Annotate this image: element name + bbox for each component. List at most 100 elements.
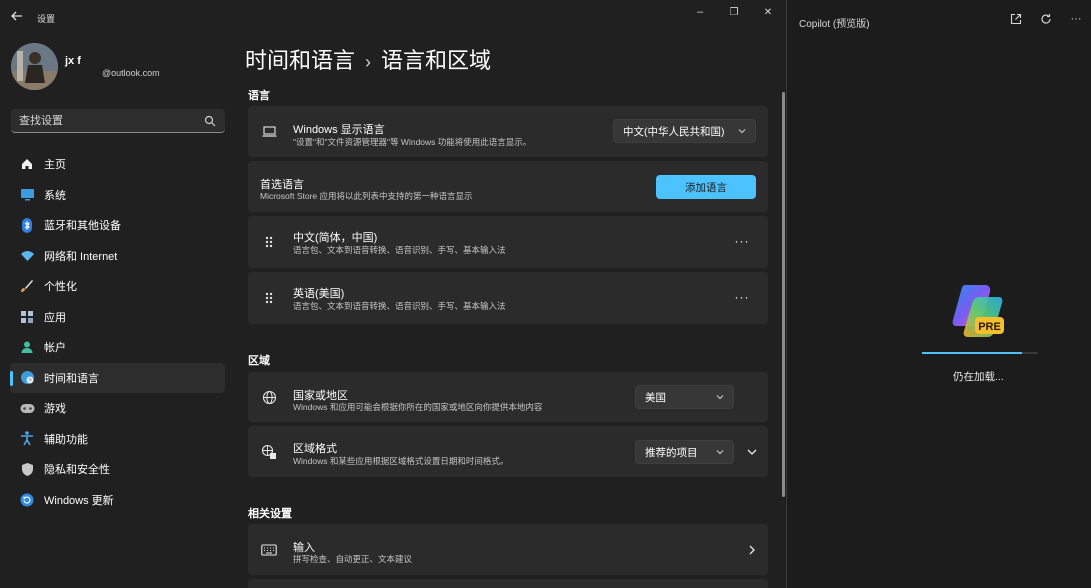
chevron-right-icon	[749, 545, 755, 555]
preferred-languages-subtitle: Microsoft Store 应用将以此列表中支持的第一种语言显示	[260, 191, 473, 201]
display-language-dropdown[interactable]: 中文(中华人民共和国)	[613, 119, 756, 143]
regional-format-subtitle: Windows 和某些应用根据区域格式设置日期和时间格式。	[293, 456, 509, 466]
monitor-icon	[19, 187, 35, 203]
search-icon[interactable]	[204, 115, 216, 127]
dropdown-value: 推荐的项目	[645, 446, 698, 459]
breadcrumb: 时间和语言 › 语言和区域	[245, 43, 491, 75]
gamepad-icon	[19, 400, 35, 416]
sidebar-item-bluetooth[interactable]: 蓝牙和其他设备	[10, 210, 225, 241]
sidebar-item-windows-update[interactable]: Windows 更新	[10, 485, 225, 516]
home-icon	[19, 156, 35, 172]
typing-subtitle: 拼写检查、自动更正、文本建议	[293, 554, 413, 564]
globe-clock-icon	[19, 370, 35, 386]
maximize-button[interactable]: ❐	[719, 4, 749, 20]
sidebar-item-personalization[interactable]: 个性化	[10, 271, 225, 302]
loading-progress-fill	[922, 352, 1022, 354]
language-item[interactable]: 中文(简体，中国) 语言包、文本到语音转换、语音识别、手写、基本输入法 ···	[248, 216, 768, 268]
dropdown-value: 中文(中华人民共和国)	[623, 125, 725, 138]
sidebar-item-accounts[interactable]: 帐户	[10, 332, 225, 363]
expand-chevron-icon[interactable]	[746, 446, 758, 458]
breadcrumb-separator: ›	[365, 52, 372, 72]
search-box[interactable]	[11, 109, 225, 133]
refresh-icon	[1041, 14, 1051, 24]
app-title: 设置	[37, 14, 56, 24]
language-item-subtitle: 语言包、文本到语音转换、语音识别、手写、基本输入法	[293, 245, 506, 255]
sidebar-item-network[interactable]: 网络和 Internet	[10, 241, 225, 272]
sidebar-item-label: 辅助功能	[44, 433, 88, 446]
open-external-button[interactable]	[1009, 12, 1023, 26]
section-heading-language: 语言	[248, 90, 270, 102]
page-title: 语言和区域	[381, 48, 492, 73]
avatar[interactable]	[11, 43, 58, 90]
sidebar-item-label: 应用	[44, 311, 66, 324]
sidebar-item-label: 隐私和安全性	[44, 464, 110, 477]
minimize-button[interactable]: –	[685, 4, 715, 20]
sidebar-item-system[interactable]: 系统	[10, 180, 225, 211]
accessibility-icon	[19, 431, 35, 447]
sidebar-item-time-language[interactable]: 时间和语言	[10, 362, 225, 393]
sidebar-item-label: 游戏	[44, 403, 66, 416]
country-region-card: 国家或地区 Windows 和应用可能会根据你所在的国家或地区向你提供本地内容 …	[248, 372, 768, 422]
regional-format-dropdown[interactable]: 推荐的项目	[635, 440, 734, 464]
sidebar-item-label: 网络和 Internet	[44, 250, 118, 263]
brush-icon	[19, 278, 35, 294]
display-language-card: Windows 显示语言 "设置"和"文件资源管理器"等 Windows 功能将…	[248, 106, 768, 157]
copilot-panel: Copilot (预览版) ··· PRE 仍在加载...	[786, 0, 1091, 588]
display-language-title: Windows 显示语言	[293, 124, 385, 136]
sidebar-item-label: 时间和语言	[44, 372, 99, 385]
language-item[interactable]: 英语(美国) 语言包、文本到语音转换、语音识别、手写、基本输入法 ···	[248, 272, 768, 324]
sidebar-item-label: 主页	[44, 159, 66, 172]
bluetooth-icon	[19, 217, 35, 233]
sidebar-item-label: Windows 更新	[44, 494, 114, 507]
drag-handle-icon[interactable]	[261, 234, 277, 250]
drag-handle-icon[interactable]	[261, 290, 277, 306]
title-bar: 设置 – ❐ ✕	[0, 0, 785, 34]
typing-card[interactable]: 输入 拼写检查、自动更正、文本建议	[248, 524, 768, 575]
search-input[interactable]	[19, 113, 199, 129]
wifi-icon	[19, 248, 35, 264]
back-button[interactable]	[10, 9, 24, 23]
copilot-title: Copilot (预览版)	[799, 19, 870, 30]
copilot-logo: PRE	[951, 283, 1011, 341]
display-language-subtitle: "设置"和"文件资源管理器"等 Windows 功能将使用此语言显示。	[293, 137, 532, 147]
language-item-title: 英语(美国)	[293, 288, 345, 300]
preferred-languages-card: 首选语言 Microsoft Store 应用将以此列表中支持的第一种语言显示 …	[248, 161, 768, 212]
update-icon	[19, 492, 35, 508]
sidebar-item-label: 系统	[44, 189, 66, 202]
more-options-button[interactable]: ···	[734, 290, 750, 304]
sidebar-item-privacy[interactable]: 隐私和安全性	[10, 454, 225, 485]
refresh-button[interactable]	[1039, 12, 1053, 26]
shield-icon	[19, 461, 35, 477]
sidebar-nav: 主页 系统 蓝牙和其他设备 网络和 Internet 个性化 应用 帐户 时间和…	[10, 149, 225, 515]
chevron-down-icon	[716, 450, 724, 455]
more-options-button[interactable]: ···	[1069, 12, 1083, 26]
dropdown-value: 美国	[645, 391, 666, 404]
regional-format-card[interactable]: 区域格式 Windows 和某些应用根据区域格式设置日期和时间格式。 推荐的项目	[248, 426, 768, 477]
close-button[interactable]: ✕	[753, 4, 783, 20]
next-related-card[interactable]	[248, 579, 768, 588]
avatar-image	[11, 43, 58, 90]
sidebar-item-accessibility[interactable]: 辅助功能	[10, 424, 225, 455]
sidebar-item-home[interactable]: 主页	[10, 149, 225, 180]
keyboard-icon	[261, 542, 277, 558]
breadcrumb-parent[interactable]: 时间和语言	[245, 48, 355, 73]
more-options-button[interactable]: ···	[734, 234, 750, 248]
regional-format-title: 区域格式	[293, 443, 337, 455]
section-heading-region: 区域	[248, 355, 270, 367]
country-region-dropdown[interactable]: 美国	[635, 385, 734, 409]
sidebar-item-label: 个性化	[44, 281, 77, 294]
globe-icon	[261, 389, 277, 405]
add-language-button[interactable]: 添加语言	[656, 175, 756, 199]
user-email: @outlook.com	[102, 68, 160, 78]
globe-format-icon	[261, 444, 277, 460]
copilot-logo-icon: PRE	[952, 285, 1004, 337]
section-heading-related: 相关设置	[248, 508, 292, 520]
scrollbar[interactable]	[782, 92, 785, 497]
apps-icon	[19, 309, 35, 325]
sidebar-item-apps[interactable]: 应用	[10, 302, 225, 333]
person-icon	[19, 339, 35, 355]
open-external-icon	[1010, 13, 1022, 25]
language-item-subtitle: 语言包、文本到语音转换、语音识别、手写、基本输入法	[293, 301, 506, 311]
back-arrow-icon	[11, 11, 22, 21]
sidebar-item-gaming[interactable]: 游戏	[10, 393, 225, 424]
